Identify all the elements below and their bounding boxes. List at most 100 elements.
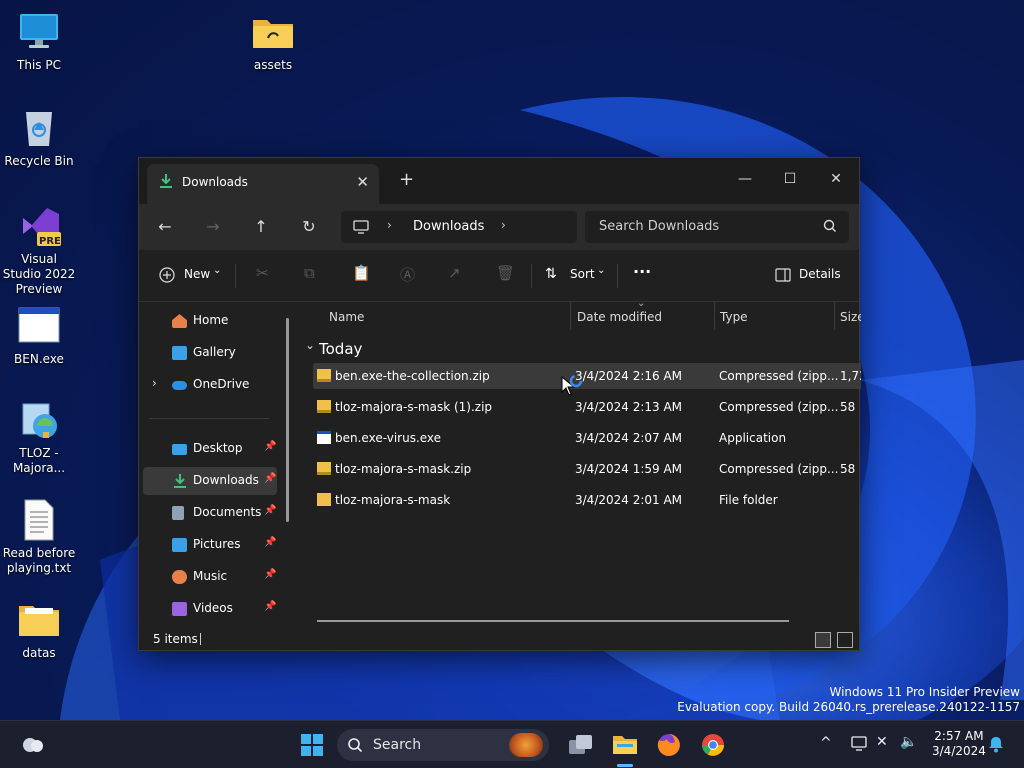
table-row[interactable]: ben.exe-virus.exe 3/4/2024 2:07 AM Appli… xyxy=(313,425,861,451)
sidebar-item-documents[interactable]: Documents 📌 xyxy=(143,499,277,527)
share-icon[interactable]: ↗ xyxy=(448,264,461,282)
status-divider xyxy=(200,633,201,645)
zip-folder-icon xyxy=(317,462,331,475)
details-view-icon[interactable] xyxy=(815,632,831,648)
forward-arrow-icon[interactable]: → xyxy=(201,215,225,239)
new-button[interactable]: New ⌄ xyxy=(159,264,223,288)
up-arrow-icon[interactable]: ↑ xyxy=(249,215,273,239)
table-row[interactable]: ben.exe-the-collection.zip 3/4/2024 2:16… xyxy=(313,363,861,389)
file-type: File folder xyxy=(719,493,778,507)
desktop-icon-read-before-playing[interactable]: Read before playing.txt xyxy=(1,498,77,576)
sidebar-item-desktop[interactable]: Desktop 📌 xyxy=(143,435,277,463)
column-header-date-modified[interactable]: Date modified xyxy=(577,310,662,338)
videos-icon xyxy=(172,602,187,616)
pin-icon[interactable]: 📌 xyxy=(264,473,276,484)
collapse-chevron-icon[interactable]: ⌄ xyxy=(305,338,315,352)
address-segment-downloads[interactable]: Downloads xyxy=(413,219,484,234)
pin-icon[interactable]: 📌 xyxy=(264,505,276,516)
desktop-icon-this-pc[interactable]: This PC xyxy=(1,10,77,73)
table-row[interactable]: tloz-majora-s-mask.zip 3/4/2024 1:59 AM … xyxy=(313,456,861,482)
desktop-icon-assets[interactable]: assets xyxy=(235,10,311,73)
chevron-right-icon[interactable]: › xyxy=(152,376,157,390)
column-divider[interactable] xyxy=(714,302,715,330)
horizontal-scrollbar[interactable] xyxy=(317,620,789,622)
chevron-right-icon[interactable]: › xyxy=(501,218,506,232)
system-clock[interactable]: 2:57 AM 3/4/2024 xyxy=(932,729,986,759)
desktop-icon xyxy=(172,444,187,455)
sort-button[interactable]: ⇅ Sort ⌄ xyxy=(545,264,607,288)
sidebar-item-label: Desktop xyxy=(193,441,243,455)
task-view-icon[interactable] xyxy=(568,734,594,759)
sidebar-item-pictures[interactable]: Pictures 📌 xyxy=(143,531,277,559)
chrome-icon[interactable] xyxy=(700,732,726,761)
volume-icon[interactable]: 🔈 xyxy=(900,734,917,750)
close-tab-icon[interactable]: ✕ xyxy=(356,173,369,191)
file-size: 58 xyxy=(840,462,856,476)
column-header-size[interactable]: Size xyxy=(840,310,861,338)
sidebar-item-videos[interactable]: Videos 📌 xyxy=(143,595,277,623)
new-label: New xyxy=(184,267,211,281)
desktop-icon-ben-exe[interactable]: BEN.exe xyxy=(1,304,77,367)
close-window-icon[interactable]: ✕ xyxy=(814,164,858,194)
start-windows-icon[interactable] xyxy=(300,733,324,760)
column-header-type[interactable]: Type xyxy=(720,310,748,338)
details-button[interactable]: Details xyxy=(773,264,853,288)
tab-downloads[interactable]: Downloads ✕ xyxy=(147,164,379,204)
delete-icon[interactable]: 🗑 xyxy=(496,264,515,282)
weather-icon[interactable] xyxy=(20,733,46,758)
pin-icon[interactable]: 📌 xyxy=(264,441,276,452)
sidebar-scrollbar[interactable] xyxy=(286,318,289,522)
sidebar-item-gallery[interactable]: Gallery xyxy=(143,339,277,367)
desktop-icon-visual-studio[interactable]: PRE Visual Studio 2022 Preview xyxy=(1,204,77,297)
new-tab-icon[interactable]: + xyxy=(399,169,414,190)
firefox-icon[interactable] xyxy=(656,732,682,761)
file-type: Application xyxy=(719,431,787,445)
desktop-icon-recycle-bin[interactable]: Recycle Bin xyxy=(1,106,77,169)
sidebar-item-label: Documents xyxy=(193,505,262,519)
file-type: Compressed (zipp... xyxy=(719,462,839,476)
document-icon xyxy=(172,506,184,520)
address-bar[interactable]: › Downloads › xyxy=(341,211,577,243)
desktop-icon-datas[interactable]: datas xyxy=(1,598,77,661)
refresh-icon[interactable]: ↻ xyxy=(297,215,321,239)
monitor-icon xyxy=(353,220,369,237)
column-header-name[interactable]: Name xyxy=(329,310,364,338)
taskbar-search[interactable]: Search xyxy=(337,729,549,761)
desktop-icon-tloz[interactable]: TLOZ - Majora... xyxy=(1,398,77,476)
clock-time: 2:57 AM xyxy=(934,729,984,743)
copy-icon[interactable]: ⧉ xyxy=(304,264,315,282)
network-icon[interactable]: ✕ xyxy=(876,734,888,750)
pin-icon[interactable]: 📌 xyxy=(264,601,276,612)
notification-bell-icon[interactable] xyxy=(988,735,1004,756)
minimize-icon[interactable]: — xyxy=(723,164,767,194)
table-row[interactable]: tloz-majora-s-mask (1).zip 3/4/2024 2:13… xyxy=(313,394,861,420)
sidebar-item-downloads[interactable]: Downloads 📌 xyxy=(143,467,277,495)
search-label: Search xyxy=(373,737,422,753)
sidebar-item-label: Home xyxy=(193,313,229,327)
paste-icon[interactable]: 📋 xyxy=(352,264,371,282)
column-divider[interactable] xyxy=(570,302,571,330)
sidebar-item-music[interactable]: Music 📌 xyxy=(143,563,277,591)
more-options-button[interactable]: ··· xyxy=(633,262,651,281)
cut-icon[interactable]: ✂ xyxy=(256,264,269,282)
pin-icon[interactable]: 📌 xyxy=(264,537,276,548)
sidebar-item-onedrive[interactable]: › OneDrive xyxy=(143,371,277,399)
back-arrow-icon[interactable]: ← xyxy=(153,215,177,239)
file-date: 3/4/2024 2:16 AM xyxy=(575,369,683,383)
display-icon[interactable] xyxy=(851,736,869,755)
maximize-icon[interactable]: ☐ xyxy=(768,164,812,194)
file-size: 1,72 xyxy=(840,369,861,383)
table-row[interactable]: tloz-majora-s-mask 3/4/2024 2:01 AM File… xyxy=(313,487,861,513)
show-hidden-icons-chevron-icon[interactable]: ^ xyxy=(820,735,832,751)
file-explorer-taskbar-icon[interactable] xyxy=(612,732,638,759)
search-box[interactable]: Search Downloads xyxy=(585,211,849,243)
sidebar-item-home[interactable]: Home xyxy=(143,307,277,335)
pin-icon[interactable]: 📌 xyxy=(264,569,276,580)
file-date: 3/4/2024 2:13 AM xyxy=(575,400,683,414)
clock-date: 3/4/2024 xyxy=(932,744,986,758)
file-type: Compressed (zipp... xyxy=(719,400,839,414)
rename-icon[interactable]: Ⓐ xyxy=(400,264,415,285)
group-header-today[interactable]: Today xyxy=(319,340,362,358)
column-divider[interactable] xyxy=(834,302,835,330)
tiles-view-icon[interactable] xyxy=(837,632,853,648)
